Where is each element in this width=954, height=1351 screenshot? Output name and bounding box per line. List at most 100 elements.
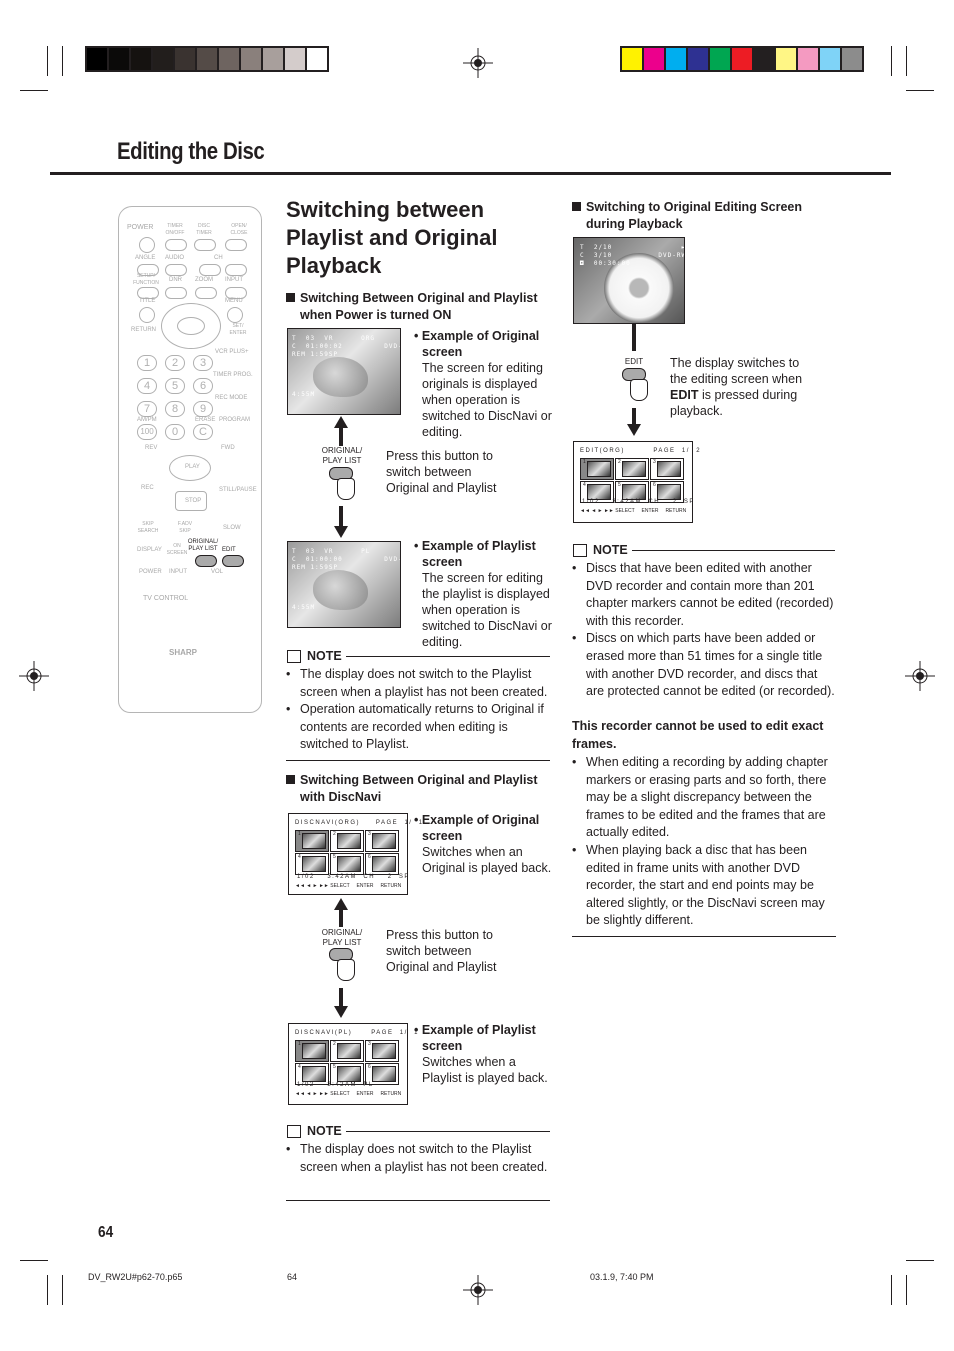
screen-controls: ◄◄ ◄ ► ►► SELECT ENTER RETURN <box>295 883 402 889</box>
arrow-down <box>339 506 343 528</box>
thumbnail: 2 <box>330 830 364 852</box>
color-swatch <box>153 48 173 70</box>
screen-header: DISCNAVI(PL) PAGE 1/ 1 <box>295 1030 419 1036</box>
color-swatch <box>241 48 261 70</box>
orig-example-text: • Example of Original screen The screen … <box>414 329 552 439</box>
note-item: The display does not switch to the Playl… <box>286 1141 554 1176</box>
button-label-original: ORIGINAL/ PLAY LIST <box>321 446 363 465</box>
color-swatch <box>820 48 840 70</box>
osd-text: T 03 VR PL ■ C 01:00:00 DVD-RW REM 1:59S… <box>292 548 400 611</box>
remote-label-return: RETURN <box>131 327 156 333</box>
button-caption: Press this button to switch between Orig… <box>386 928 497 974</box>
note-item: Discs that have been edited with another… <box>572 560 837 630</box>
remote-label-dnr: DNR <box>169 277 182 283</box>
remote-label-slow: SLOW <box>223 525 241 531</box>
color-swatch <box>688 48 708 70</box>
color-swatch <box>307 48 327 70</box>
thumbnail-grid: 1 2 3 4 5 6 <box>580 458 684 503</box>
arrow-up-head <box>334 416 348 428</box>
edit-caption: The display switches to the editing scre… <box>670 356 803 418</box>
process-color-bar <box>620 46 864 72</box>
note-list: Discs that have been edited with another… <box>572 560 837 701</box>
dpad-center <box>177 317 205 335</box>
color-swatch <box>754 48 774 70</box>
dn-pl-text: • Example of Playlist screen Switches wh… <box>414 1023 548 1085</box>
num-4-button: 4 <box>137 378 157 394</box>
remote-label-setup: SETUP/ FUNCTION <box>133 273 159 286</box>
crop-mark <box>20 1260 48 1261</box>
clear-button: C <box>193 424 213 440</box>
remote-label-skip: SKIP SEARCH <box>137 521 159 534</box>
dnr-button <box>165 287 187 299</box>
remote-label-rev: REV <box>145 445 158 451</box>
heading-switching-playback: Switching between Playlist and Original … <box>286 197 498 278</box>
remote-label-angle: ANGLE <box>135 255 156 261</box>
thumbnail: 5 <box>330 853 364 875</box>
thumbnail: 3 <box>365 1040 399 1062</box>
num-2-button: 2 <box>165 355 185 371</box>
thumbnail: 3 <box>365 830 399 852</box>
note-heading: NOTE <box>287 649 550 663</box>
menu-button <box>227 307 243 323</box>
remote-label-power: POWER <box>127 224 154 231</box>
thumbnail: 2 <box>330 1040 364 1062</box>
remote-label-ampm: AM/PM <box>137 417 157 423</box>
timer-button <box>165 239 187 251</box>
crop-mark <box>47 1275 48 1305</box>
remote-label-fadv: F.ADV SKIP <box>177 521 193 534</box>
arrow-down-head <box>627 424 641 436</box>
color-swatch <box>798 48 818 70</box>
edit-button <box>222 555 244 567</box>
color-swatch <box>219 48 239 70</box>
color-swatch <box>710 48 730 70</box>
num-5-button: 5 <box>165 378 185 394</box>
screen-footer: 1/02 3:42AM PL <box>297 1082 374 1088</box>
divider <box>286 1200 550 1201</box>
thumbnail: 1 <box>295 1040 329 1062</box>
disc-timer-button <box>194 239 216 251</box>
note-icon <box>287 1124 301 1138</box>
thumbnail: 2 <box>615 458 649 480</box>
crop-mark <box>906 46 907 76</box>
num-7-button: 7 <box>137 401 157 417</box>
arrow-down-head <box>334 1006 348 1018</box>
remote-label-zoom: ZOOM <box>195 277 213 283</box>
button-caption: Press this button to switch between Orig… <box>386 449 497 495</box>
subheading-power-on: Switching Between Original and Playlist … <box>286 290 538 324</box>
crop-mark <box>891 46 892 76</box>
color-swatch <box>732 48 752 70</box>
remote-label-erase: ERASE <box>195 417 216 423</box>
remote-brand: SHARP <box>169 648 198 657</box>
num-3-button: 3 <box>193 355 213 371</box>
screen-header: DISCNAVI(ORG) PAGE 1/ 1 <box>295 820 424 826</box>
crop-mark <box>906 1260 934 1261</box>
color-swatch <box>109 48 129 70</box>
title-button <box>139 307 155 323</box>
remote-label-play: PLAY <box>185 464 200 470</box>
color-swatch <box>87 48 107 70</box>
color-swatch <box>263 48 283 70</box>
section-title: Editing the Disc <box>117 138 265 165</box>
note-heading: NOTE <box>573 543 835 557</box>
remote-label-stop: STOP <box>185 498 202 504</box>
registration-mark-icon <box>463 1275 493 1305</box>
screen-header: EDIT(ORG) PAGE 1/ 2 <box>580 448 702 454</box>
remote-label-ch: CH <box>214 255 223 261</box>
footer-date: 03.1.9, 7:40 PM <box>590 1272 654 1282</box>
divider <box>286 760 550 761</box>
crop-mark <box>62 1275 63 1305</box>
crop-mark <box>906 90 934 91</box>
note-heading: NOTE <box>287 1124 550 1138</box>
thumbnail-grid: 1 2 3 4 5 6 <box>295 1040 399 1085</box>
zoom-button <box>195 287 217 299</box>
playback-screen-example: T 2/10 ► C 3/10 DVD-RW ◘ 00:30:00 <box>573 237 685 324</box>
thumbnail: 6 <box>365 853 399 875</box>
button-label-original: ORIGINAL/ PLAY LIST <box>321 928 363 947</box>
arrow-down <box>632 323 636 351</box>
dn-orig-text: • Example of Original screen Switches wh… <box>414 813 552 875</box>
footer-page: 64 <box>287 1272 298 1282</box>
remote-label-tv-input: INPUT <box>169 569 187 575</box>
color-swatch <box>131 48 151 70</box>
screen-footer: 1/02 3:42AM CH 2 SP <box>297 874 410 880</box>
thumbnail: 1 <box>580 458 614 480</box>
